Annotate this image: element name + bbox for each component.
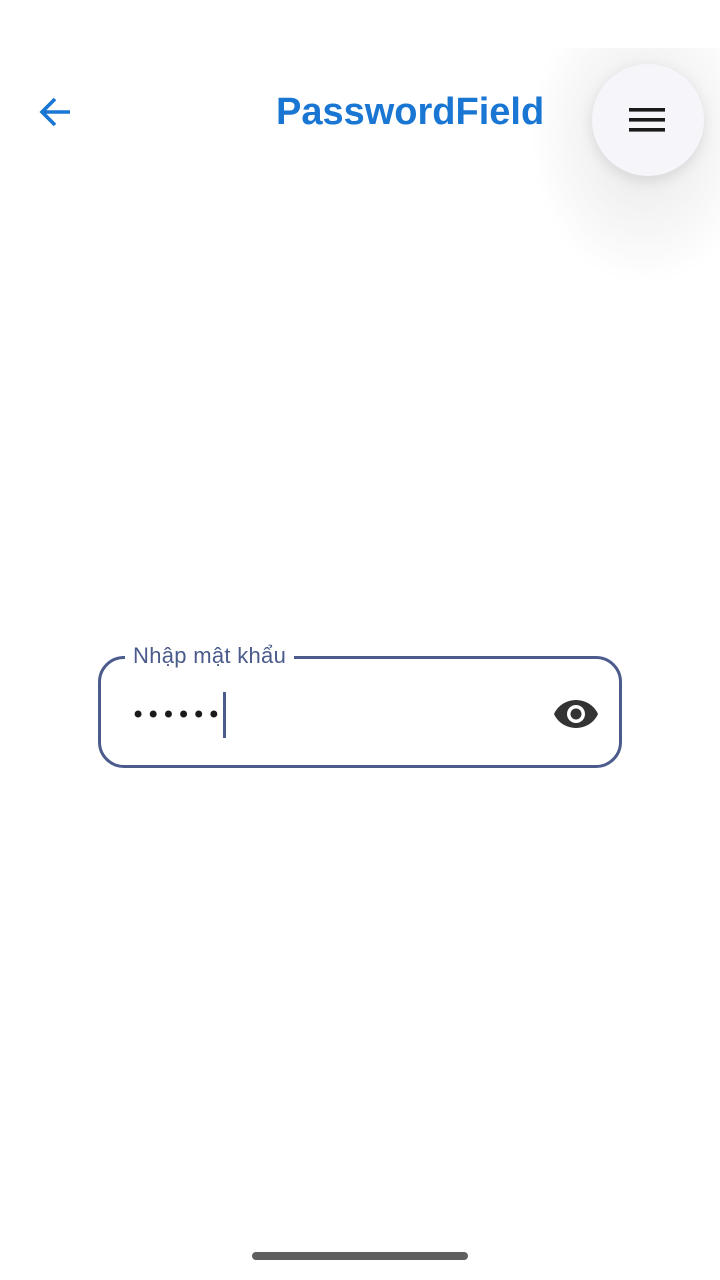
password-masked-value: •••••• (131, 701, 222, 729)
text-caret (222, 692, 226, 738)
menu-button[interactable] (592, 64, 704, 176)
password-field[interactable]: Nhập mật khẩu •••••• (98, 642, 622, 768)
screen: PasswordField Nhập mật khẩu •••••• (0, 0, 720, 1280)
eye-icon (554, 700, 598, 728)
toggle-visibility-button[interactable] (551, 689, 601, 739)
hamburger-menu-icon (629, 108, 665, 132)
home-indicator[interactable] (252, 1252, 468, 1260)
password-field-label: Nhập mật khẩu (125, 642, 295, 670)
password-input[interactable]: •••••• (131, 692, 226, 738)
page-title: PasswordField (276, 91, 545, 133)
